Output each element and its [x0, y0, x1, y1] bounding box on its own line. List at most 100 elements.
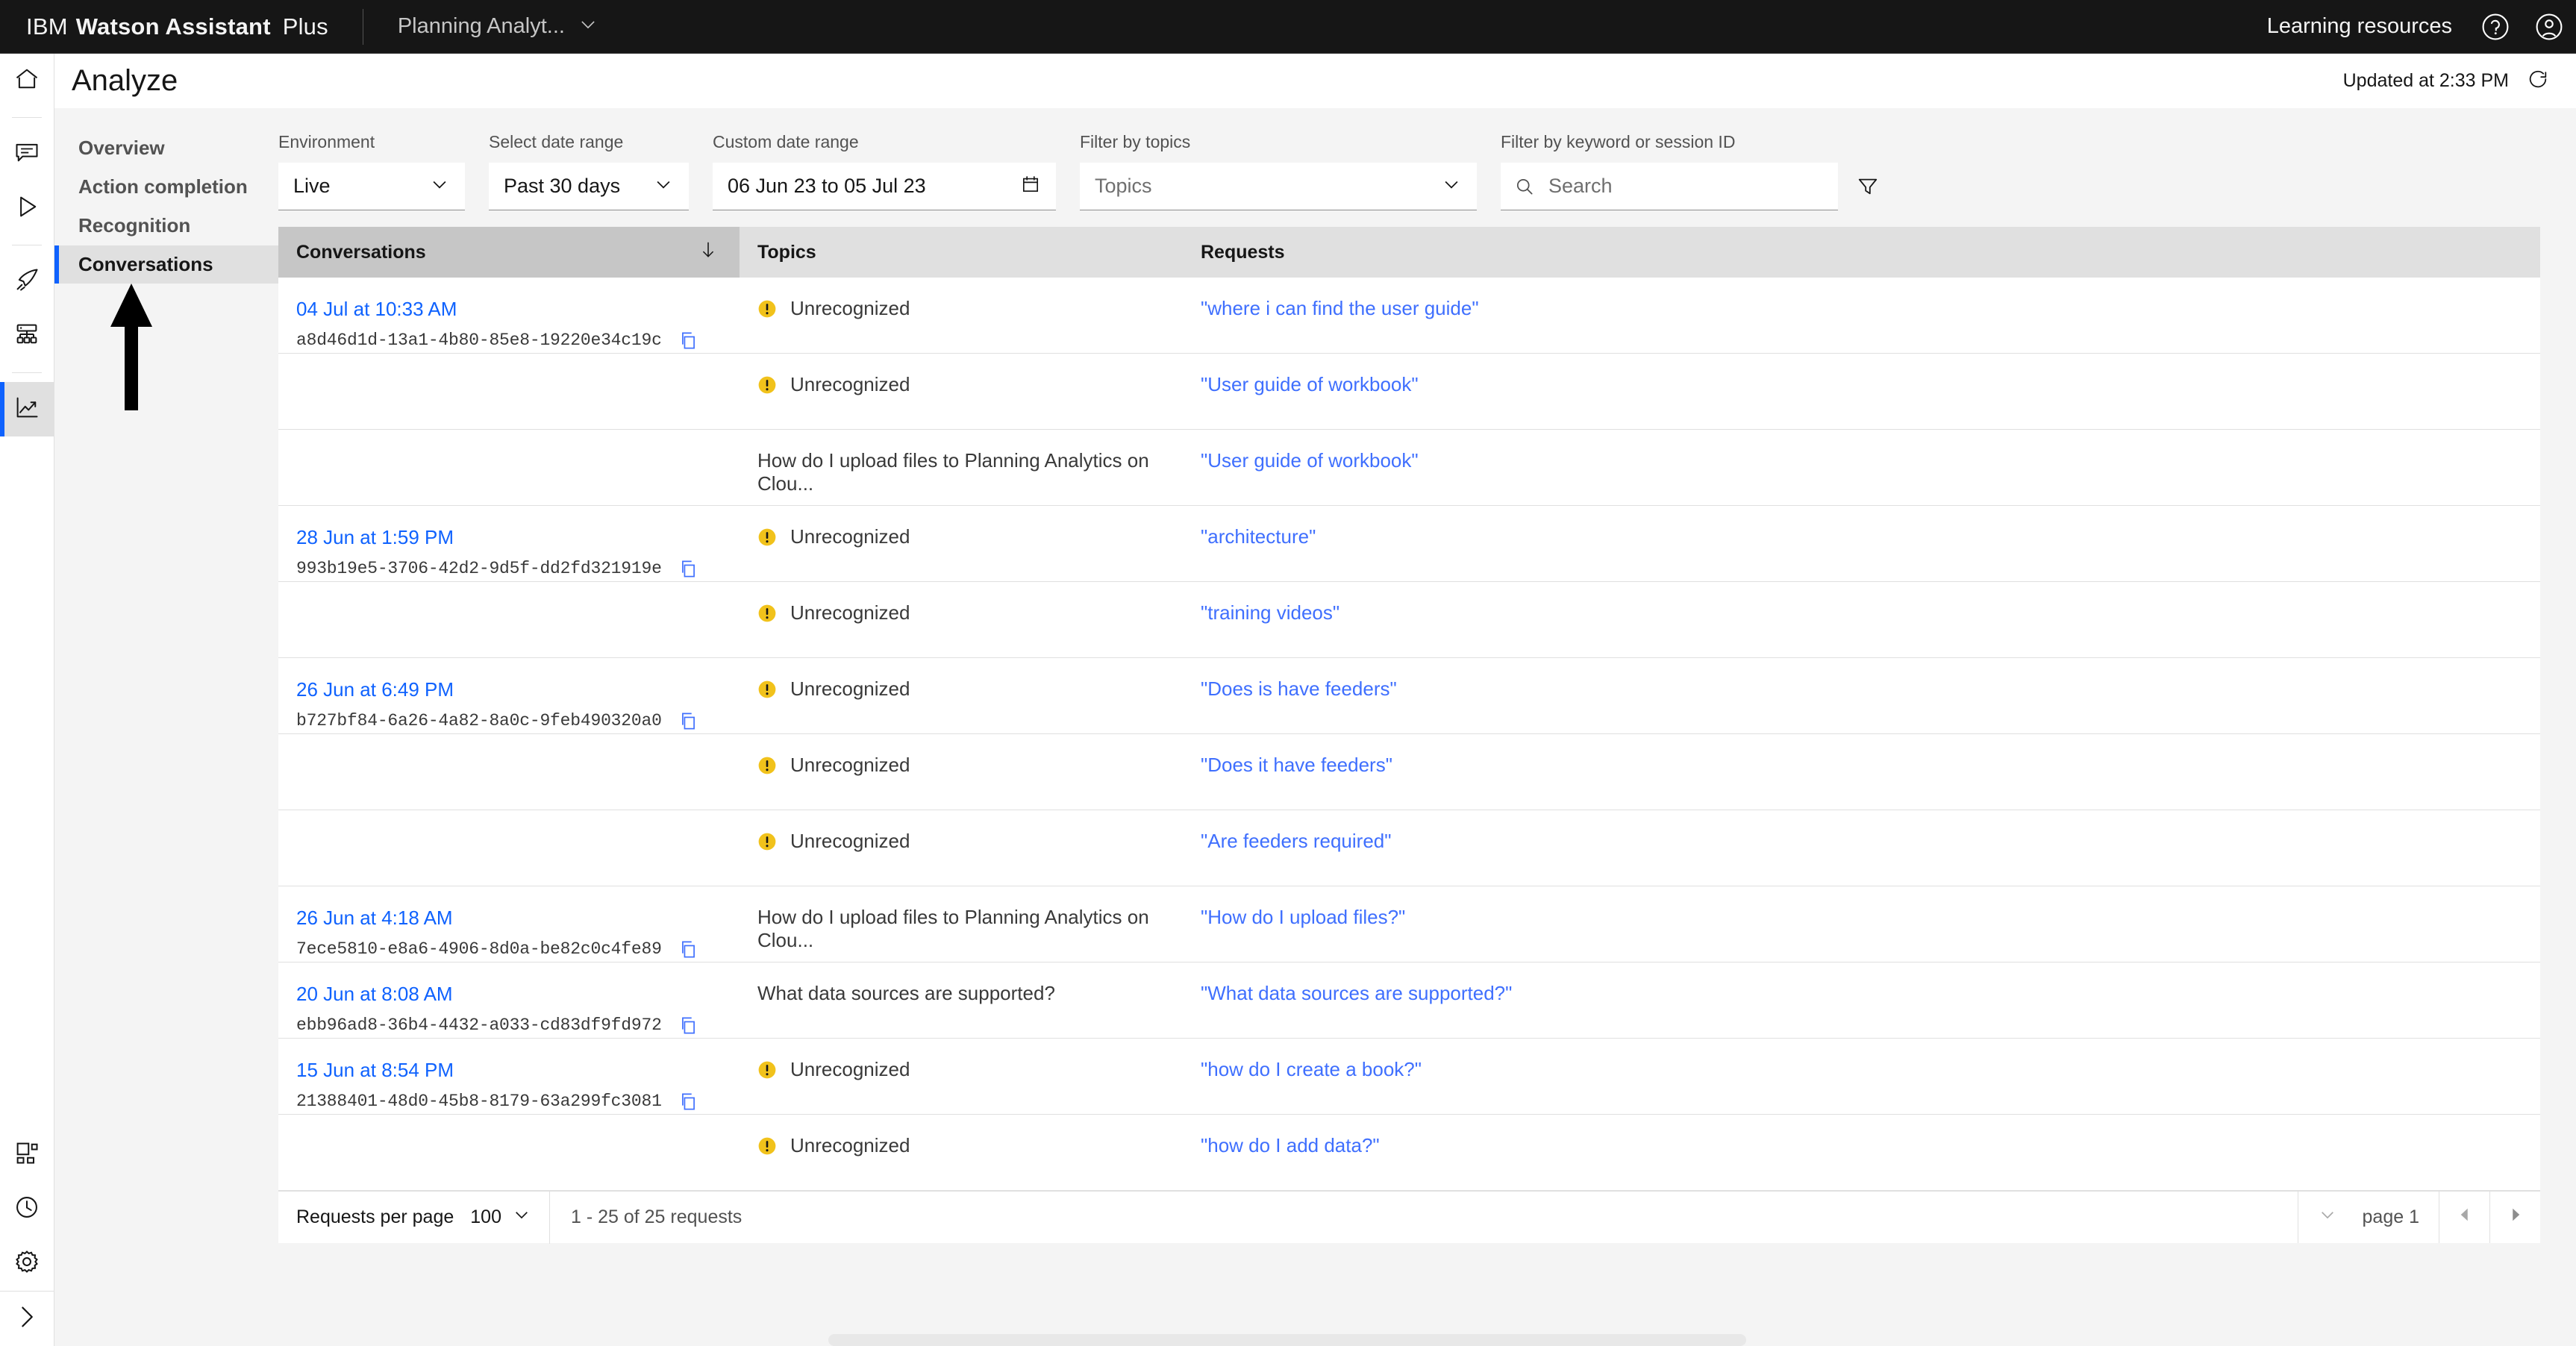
request-link[interactable]: "What data sources are supported?" — [1201, 982, 1512, 1004]
topic-cell: Unrecognized — [740, 658, 1183, 701]
request-link[interactable]: "training videos" — [1201, 601, 1339, 624]
warning-icon — [757, 756, 777, 775]
sidebar-item-activity[interactable] — [0, 1182, 54, 1236]
learning-resources-link[interactable]: Learning resources — [2251, 14, 2469, 39]
expand-rail-button[interactable] — [0, 1292, 54, 1346]
copy-icon[interactable] — [678, 711, 698, 731]
page-title-bar: Analyze Updated at 2:33 PM — [54, 54, 2576, 108]
table-row: 26 Jun at 4:18 AM 7ece5810-e8a6-4906-8d0a… — [278, 886, 2540, 962]
sidebar-item-integrations[interactable] — [0, 309, 54, 363]
expand-rail-icon — [13, 1303, 40, 1334]
request-link[interactable]: "User guide of workbook" — [1201, 373, 1419, 395]
chevron-down-icon — [512, 1205, 531, 1230]
sidebar-item-overview[interactable]: Overview — [54, 129, 278, 167]
filter-funnel-icon[interactable] — [1844, 163, 1892, 210]
sidebar-item-preview[interactable] — [0, 181, 54, 236]
settings-gear-icon — [13, 1248, 40, 1279]
conversation-date-link[interactable]: 28 Jun at 1:59 PM — [296, 525, 740, 550]
conversations-table: Conversations Topics Requests 04 Jul at … — [278, 227, 2540, 1191]
request-cell: "training videos" — [1183, 582, 2540, 625]
refresh-icon[interactable] — [2527, 68, 2549, 94]
date-range-label: Select date range — [489, 132, 624, 151]
column-header-requests[interactable]: Requests — [1183, 227, 2540, 278]
column-header-conversations[interactable]: Conversations — [278, 227, 740, 278]
date-range-select[interactable]: Past 30 days — [489, 163, 689, 210]
sidebar-item-home[interactable] — [0, 54, 54, 108]
copy-icon[interactable] — [678, 331, 698, 351]
request-link[interactable]: "architecture" — [1201, 525, 1316, 548]
table-row: Unrecognized "User guide of workbook" — [278, 354, 2540, 430]
copy-icon[interactable] — [678, 1015, 698, 1036]
sidebar-item-assistants[interactable] — [0, 1127, 54, 1182]
prev-page-button[interactable] — [2439, 1192, 2489, 1243]
calendar-icon[interactable] — [1020, 174, 1041, 198]
topic-label: How do I upload files to Planning Analyt… — [757, 449, 1149, 495]
environment-select[interactable]: Live — [278, 163, 465, 210]
conversation-date-link[interactable]: 15 Jun at 8:54 PM — [296, 1058, 740, 1083]
topics-label: Filter by topics — [1080, 132, 1191, 151]
request-link[interactable]: "Does is have feeders" — [1201, 677, 1397, 700]
pagination-range-text: 1 - 25 of 25 requests — [570, 1206, 743, 1227]
copy-icon[interactable] — [678, 1092, 698, 1112]
conversation-cell — [278, 810, 740, 830]
topics-placeholder: Topics — [1095, 175, 1152, 197]
custom-date-range-input[interactable]: 06 Jun 23 to 05 Jul 23 — [713, 163, 1056, 210]
conversation-cell — [278, 582, 740, 601]
sidebar-item-recognition[interactable]: Recognition — [54, 207, 278, 245]
sidebar-item-label: Conversations — [78, 253, 213, 275]
request-link[interactable]: "how do I create a book?" — [1201, 1058, 1422, 1080]
user-avatar-icon[interactable] — [2522, 0, 2576, 54]
analyze-left-nav: Overview Action completion Recognition C… — [54, 108, 278, 1346]
search-field[interactable]: Search — [1501, 163, 1838, 210]
sidebar-item-action-completion[interactable]: Action completion — [54, 168, 278, 206]
brand[interactable]: IBM Watson Assistant Plus — [0, 0, 328, 53]
topic-cell: How do I upload files to Planning Analyt… — [740, 430, 1183, 495]
assistant-switcher[interactable]: Planning Analyt... — [398, 0, 598, 53]
topics-select[interactable]: Topics — [1080, 163, 1477, 210]
conversation-cell: 20 Jun at 8:08 AM ebb96ad8-36b4-4432-a033… — [278, 962, 740, 1036]
request-cell: "architecture" — [1183, 506, 2540, 548]
topic-cell: Unrecognized — [740, 734, 1183, 777]
request-link[interactable]: "how do I add data?" — [1201, 1134, 1380, 1156]
conversation-cell — [278, 734, 740, 754]
table-row: Unrecognized "training videos" — [278, 582, 2540, 658]
table-row: 28 Jun at 1:59 PM 993b19e5-3706-42d2-9d5f… — [278, 506, 2540, 582]
request-link[interactable]: "User guide of workbook" — [1201, 449, 1419, 472]
next-page-button[interactable] — [2489, 1192, 2540, 1243]
sidebar-item-publish[interactable] — [0, 254, 54, 309]
caret-right-icon — [2507, 1206, 2525, 1229]
table-row: 20 Jun at 8:08 AM ebb96ad8-36b4-4432-a033… — [278, 962, 2540, 1039]
column-header-topics[interactable]: Topics — [740, 227, 1183, 278]
topic-label: Unrecognized — [790, 677, 910, 700]
topics-filter: Filter by topics Topics — [1080, 132, 1477, 210]
request-link[interactable]: "How do I upload files?" — [1201, 906, 1405, 928]
session-id: 7ece5810-e8a6-4906-8d0a-be82c0c4fe89 — [296, 939, 662, 959]
conversation-date-link[interactable]: 04 Jul at 10:33 AM — [296, 297, 740, 322]
page-select[interactable]: page 1 — [2297, 1192, 2439, 1243]
conversation-date-link[interactable]: 20 Jun at 8:08 AM — [296, 982, 740, 1007]
rail-divider — [12, 117, 42, 118]
environment-value: Live — [293, 175, 331, 197]
copy-icon[interactable] — [678, 559, 698, 579]
request-cell: "Does it have feeders" — [1183, 734, 2540, 777]
conversation-date-link[interactable]: 26 Jun at 6:49 PM — [296, 677, 740, 702]
warning-icon — [757, 528, 777, 547]
conversation-cell: 26 Jun at 6:49 PM b727bf84-6a26-4a82-8a0c… — [278, 658, 740, 731]
sidebar-item-settings[interactable] — [0, 1236, 54, 1291]
request-link[interactable]: "where i can find the user guide" — [1201, 297, 1479, 319]
topic-cell: What data sources are supported? — [740, 962, 1183, 1005]
conversation-date-link[interactable]: 26 Jun at 4:18 AM — [296, 906, 740, 930]
sidebar-item-chat[interactable] — [0, 127, 54, 181]
session-id-row: 993b19e5-3706-42d2-9d5f-dd2fd321919e — [296, 559, 740, 579]
sidebar-item-analyze[interactable] — [0, 382, 54, 436]
table-row: 15 Jun at 8:54 PM 21388401-48d0-45b8-8179… — [278, 1039, 2540, 1115]
per-page-select[interactable]: 100 — [470, 1205, 531, 1230]
home-icon — [13, 66, 40, 96]
request-link[interactable]: "Are feeders required" — [1201, 830, 1391, 852]
request-link[interactable]: "Does it have feeders" — [1201, 754, 1392, 776]
copy-icon[interactable] — [678, 939, 698, 960]
horizontal-scrollbar[interactable] — [828, 1334, 1746, 1346]
table-header-row: Conversations Topics Requests — [278, 227, 2540, 278]
help-icon[interactable] — [2469, 0, 2522, 54]
sidebar-item-conversations[interactable]: Conversations — [54, 245, 278, 284]
